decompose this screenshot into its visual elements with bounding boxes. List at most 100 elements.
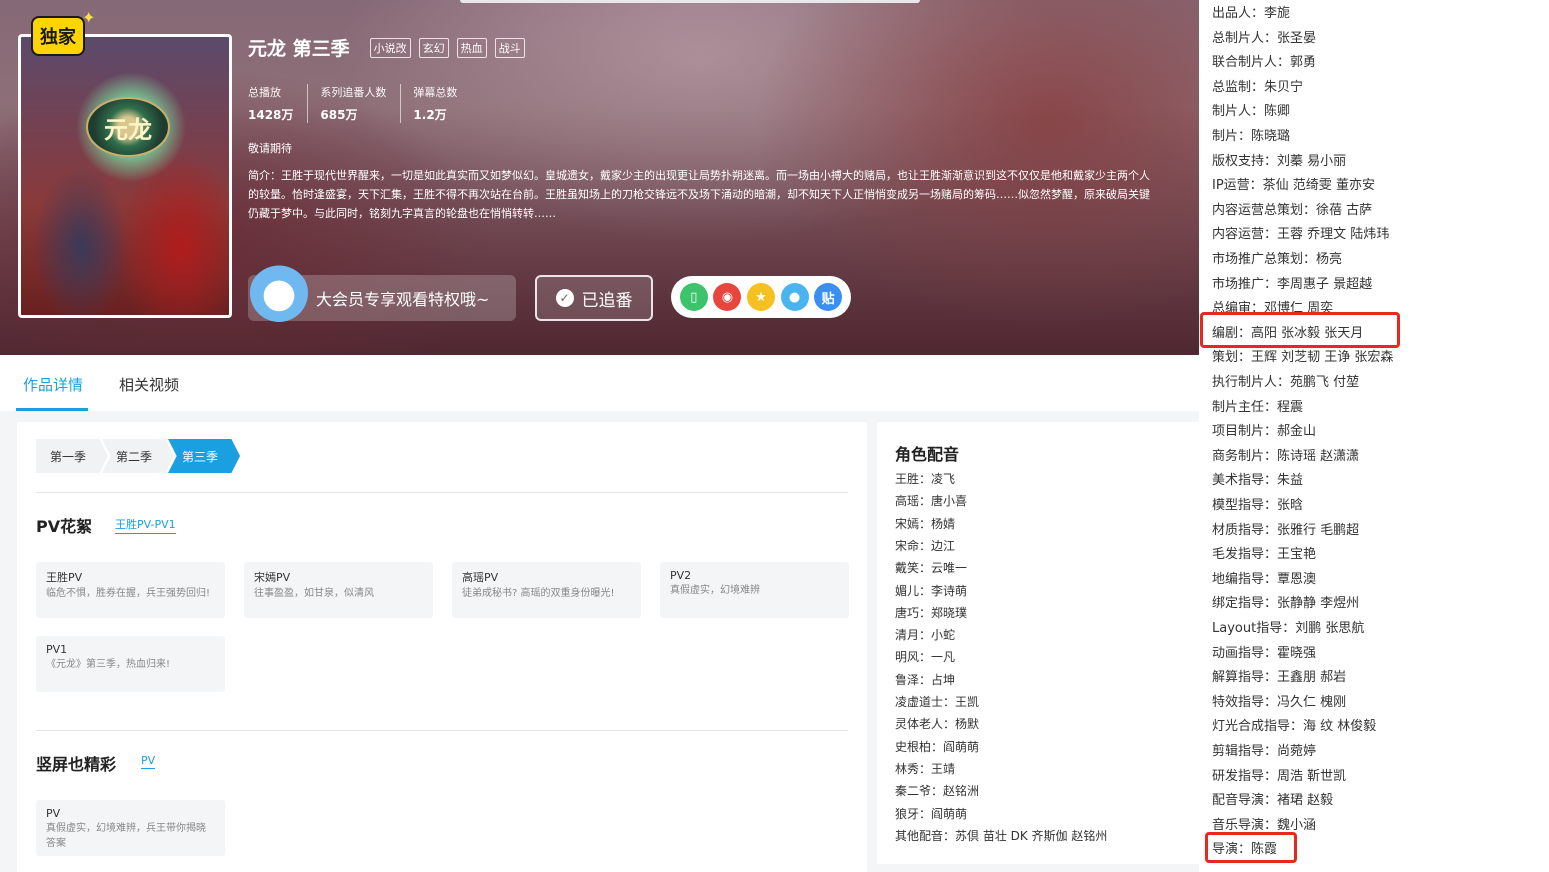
season-1-tab[interactable]: 第一季 [36,439,109,473]
stat-danmaku: 弹幕总数 1.2万 [413,84,471,123]
vip-banner[interactable]: 大会员专享观看特权哦~ [248,264,516,322]
video-card[interactable]: 高瑶PV 徒弟成秘书? 高瑶的双重身份曝光! [452,562,641,618]
qzone-icon[interactable]: ★ [746,283,775,311]
cast-entry: 唐巧：郑晓璞 [895,605,968,620]
credit-entry: 总监制：朱贝宁 [1212,79,1304,95]
poster-image[interactable]: 元龙 [18,34,232,318]
stat-followers: 系列追番人数 685万 [320,84,402,123]
card-desc: 往事盈盈，如甘泉，似清风 [254,588,374,599]
stat-label: 系列追番人数 [320,86,387,99]
season-3-tab[interactable]: 第三季 [168,439,241,473]
stat-total-plays: 总播放 1428万 [248,84,309,123]
credit-entry: 绑定指导：张静静 李煜州 [1212,596,1360,612]
cast-entry: 秦二爷：赵铭洲 [895,784,980,799]
divider [36,730,848,731]
follow-label: 已追番 [581,290,633,311]
cast-entry: 高瑶：唐小喜 [895,494,968,509]
season-selector: 第一季 第二季 第三季 [36,439,241,473]
vertical-section-title: 竖屏也精彩 [36,755,117,774]
cast-entry: 鲁泽：占坤 [895,672,956,687]
credit-entry: 联合制片人：郭勇 [1212,55,1317,71]
video-card[interactable]: 王胜PV 临危不惧，胜券在握，兵王强势回归! [36,562,225,618]
credit-entry: 项目制片：郝金山 [1212,424,1317,440]
credit-entry: 策划：王辉 刘芝韧 王诤 张宏森 [1212,350,1394,366]
check-icon: ✓ [555,289,574,307]
tab-related-videos[interactable]: 相关视频 [119,374,179,395]
cast-entry: 凌虚道士：王凯 [895,695,980,709]
cast-entry: 狼牙：阎萌萌 [895,806,968,821]
credit-entry: 总制片人：张圣晏 [1212,30,1317,46]
title-row: 元龙 第三季 小说改 玄幻 热血 战斗 [248,34,525,61]
credit-entry: 市场推广总策划：杨亮 [1212,252,1343,267]
credit-entry: 出品人：李旎 [1212,6,1291,21]
credit-entry: 市场推广：李周惠子 景超越 [1212,276,1373,292]
credit-entry: 内容运营总策划：徐蓓 古萨 [1212,202,1373,218]
cast-entry: 其他配音：苏倶 苗壮 DK 齐斯伽 赵铭州 [895,828,1108,843]
video-card[interactable]: PV2 真假虚实，幻境难辨 [660,562,849,618]
credit-entry: 版权支持：刘蓁 易小丽 [1212,153,1347,169]
mascot-icon [250,264,308,322]
credit-entry: 执行制片人：苑鹏飞 付堃 [1212,375,1360,390]
qq-icon[interactable]: ● [780,283,809,311]
credit-entry: 灯光合成指导：海 纹 林俊毅 [1212,719,1377,735]
tieba-icon[interactable]: 贴 [814,283,843,311]
credit-entry: 制片：陈晓璐 [1212,129,1291,144]
share-bar: ▯ ◉ ★ ● 贴 [671,276,851,318]
cast-entry: 史根柏：阎萌萌 [895,739,980,754]
voice-cast-title: 角色配音 [895,445,960,464]
top-scroll-indicator [460,0,920,3]
card-desc: 徒弟成秘书? 高瑶的双重身份曝光! [462,588,615,599]
credit-entry: 模型指导：张晗 [1212,498,1304,513]
stat-label: 弹幕总数 [413,86,458,99]
weibo-icon[interactable]: ◉ [713,283,742,311]
cast-entry: 灵体老人：杨默 [895,717,980,732]
credit-entry: 内容运营：王蓉 乔理文 陆炜玮 [1212,227,1390,243]
credit-entry: 音乐导演：魏小涵 [1212,817,1317,833]
credit-entry: 制片人：陈卿 [1212,104,1291,120]
video-card[interactable]: PV 真假虚实，幻境难辨，兵王带你揭晓答案 [36,800,225,856]
credit-entry: 毛发指导：王宝艳 [1212,547,1317,563]
tag[interactable]: 玄幻 [418,37,449,58]
cast-entry: 媚儿：李诗萌 [895,583,968,598]
divider [36,492,848,493]
video-card[interactable]: PV1 《元龙》第三季，热血归来! [36,636,225,692]
card-desc: 《元龙》第三季，热血归来! [46,659,171,670]
exclusive-badge: 独家 [31,16,85,56]
pv-section-title: PV花絮 [36,517,93,536]
pv-section-link[interactable]: 王胜PV-PV1 [115,516,176,534]
tag[interactable]: 热血 [456,37,487,58]
follow-button[interactable]: ✓ 已追番 [535,275,653,321]
tag[interactable]: 战斗 [494,37,525,58]
card-desc: 真假虚实，幻境难辨，兵王带你揭晓答案 [46,823,206,849]
credit-entry: 材质指导：张雅行 毛鹏超 [1212,522,1360,538]
stat-value: 1.2万 [413,108,447,122]
card-title: PV [46,807,61,820]
tab-bar: 作品详情 相关视频 [0,355,1199,411]
credit-entry: 美术指导：朱益 [1212,473,1304,489]
cast-entry: 明风：一凡 [895,650,956,665]
synopsis: 简介：王胜于现代世界醒来，一切是如此真实而又如梦似幻。皇城遗女，戴家少主的出现更… [248,169,1150,220]
cast-entry: 戴笑：云唯一 [895,561,968,576]
cast-entry: 林秀：王靖 [895,761,956,776]
credit-entry: Layout指导：刘鹏 张思航 [1212,621,1365,636]
vertical-section-link[interactable]: PV [141,754,156,769]
card-title: 王胜PV [46,571,83,584]
tab-details[interactable]: 作品详情 [23,374,83,395]
credit-entry: 特效指导：冯久仁 槐刚 [1212,694,1347,710]
card-desc: 临危不惧，胜券在握，兵王强势回归! [46,588,211,599]
cast-entry: 宋嫣：杨婧 [895,516,956,531]
phone-icon[interactable]: ▯ [679,283,708,311]
credit-entry: 商务制片：陈诗瑶 赵潇潇 [1212,448,1360,464]
tag[interactable]: 小说改 [369,37,411,58]
credit-entry: 地编指导：覃恩澳 [1212,571,1317,587]
credit-entry: 动画指导：霍晓强 [1212,645,1317,661]
credit-entry: IP运营：茶仙 范绮雯 董亦安 [1212,178,1375,194]
card-title: PV2 [670,569,692,582]
stat-value: 685万 [320,108,358,122]
video-card[interactable]: 宋嫣PV 往事盈盈，如甘泉，似清风 [244,562,433,618]
credit-entry: 剪辑指导：尚菀婷 [1212,744,1317,759]
cast-entry: 宋命：边江 [895,538,956,553]
credit-entry: 研发指导：周浩 靳世凯 [1212,768,1347,784]
season-2-tab[interactable]: 第二季 [102,439,175,473]
highlight-box [1205,832,1297,863]
